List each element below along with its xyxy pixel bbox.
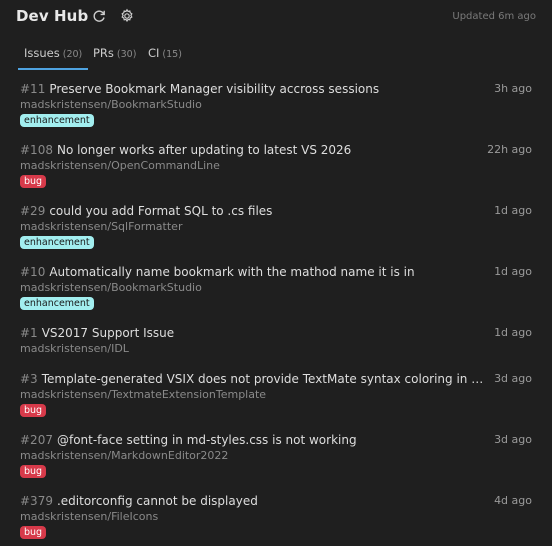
list-item[interactable]: #10 Automatically name bookmark with the …	[0, 257, 552, 317]
app-title: Dev Hub	[16, 7, 89, 25]
list-item[interactable]: #379 .editorconfig cannot be displayed 4d…	[0, 486, 552, 546]
issue-title: @font-face setting in md-styles.css is n…	[56, 433, 357, 447]
tab-label: PRs	[93, 46, 114, 60]
tab-issues[interactable]: Issues (20)	[18, 46, 89, 70]
list-item[interactable]: #108 No longer works after updating to la…	[0, 135, 552, 195]
tab-label: Issues	[24, 46, 60, 60]
tab-bar: Issues (20) PRs (30) CI (15)	[0, 40, 552, 70]
label-badge: enhancement	[20, 297, 94, 310]
issue-time: 3d ago	[494, 372, 532, 385]
label-badge: bug	[20, 465, 47, 478]
issue-title-line: #3 Template-generated VSIX does not provi…	[20, 372, 490, 386]
tab-count: (20)	[62, 49, 83, 60]
list-item[interactable]: #207 @font-face setting in md-styles.css …	[0, 425, 552, 485]
tab-count: (15)	[162, 49, 182, 60]
issue-title-line: #108 No longer works after updating to la…	[20, 143, 490, 157]
issue-repo: madskristensen/BookmarkStudio	[20, 98, 202, 111]
tab-count: (30)	[116, 49, 137, 60]
issue-title-line: #29 could you add Format SQL to .cs files	[20, 204, 490, 218]
label-badge: enhancement	[20, 236, 94, 249]
list-item[interactable]: #1 VS2017 Support Issue 1d ago madskriste…	[0, 318, 552, 364]
issue-time: 1d ago	[494, 265, 532, 278]
issue-title: .editorconfig cannot be displayed	[56, 494, 258, 508]
issue-title: Template-generated VSIX does not provide…	[41, 372, 490, 386]
issue-number: #207	[20, 433, 53, 447]
issue-title-line: #207 @font-face setting in md-styles.css …	[20, 433, 490, 447]
issue-title-line: #379 .editorconfig cannot be displayed	[20, 494, 490, 508]
issue-title: Preserve Bookmark Manager visibility acc…	[49, 82, 380, 96]
tab-prs[interactable]: PRs (30)	[93, 46, 136, 68]
issue-time: 3d ago	[494, 433, 532, 446]
label-badge: bug	[20, 526, 47, 539]
issue-title-line: #10 Automatically name bookmark with the …	[20, 265, 490, 279]
refresh-icon[interactable]	[91, 8, 107, 24]
issue-number: #1	[20, 326, 38, 340]
issue-time: 22h ago	[487, 143, 532, 156]
updated-status: Updated 6m ago	[452, 11, 536, 22]
issue-repo: madskristensen/SqlFormatter	[20, 220, 183, 233]
issue-number: #10	[20, 265, 46, 279]
issue-number: #3	[20, 372, 38, 386]
issue-time: 1d ago	[494, 326, 532, 339]
issue-title-line: #11 Preserve Bookmark Manager visibility …	[20, 82, 490, 96]
issue-time: 4d ago	[494, 494, 532, 507]
issue-repo: madskristensen/TextmateExtensionTemplate	[20, 388, 267, 401]
issue-number: #29	[20, 204, 46, 218]
label-badge: bug	[20, 404, 47, 417]
list-item[interactable]: #29 could you add Format SQL to .cs files…	[0, 196, 552, 256]
issue-repo: madskristensen/BookmarkStudio	[20, 281, 202, 294]
issue-number: #379	[20, 494, 53, 508]
gear-icon[interactable]	[119, 8, 135, 24]
issue-time: 3h ago	[494, 82, 532, 95]
issue-title: VS2017 Support Issue	[41, 326, 175, 340]
header: Dev Hub Updated 6m ago	[0, 0, 552, 36]
tab-label: CI	[148, 46, 160, 60]
issue-time: 1d ago	[494, 204, 532, 217]
tab-ci[interactable]: CI (15)	[148, 46, 182, 68]
issue-repo: madskristensen/IDL	[20, 342, 129, 355]
issue-title: Automatically name bookmark with the mat…	[49, 265, 415, 279]
issue-repo: madskristensen/OpenCommandLine	[20, 159, 220, 172]
label-badge: bug	[20, 175, 47, 188]
issue-number: #108	[20, 143, 53, 157]
issue-number: #11	[20, 82, 46, 96]
label-badge: enhancement	[20, 114, 94, 127]
list-item[interactable]: #3 Template-generated VSIX does not provi…	[0, 364, 552, 424]
issue-title: No longer works after updating to latest…	[56, 143, 352, 157]
issue-repo: madskristensen/FileIcons	[20, 510, 159, 523]
issue-title: could you add Format SQL to .cs files	[49, 204, 273, 218]
issue-repo: madskristensen/MarkdownEditor2022	[20, 449, 229, 462]
list-item[interactable]: #11 Preserve Bookmark Manager visibility …	[0, 74, 552, 134]
issue-title-line: #1 VS2017 Support Issue	[20, 326, 490, 340]
